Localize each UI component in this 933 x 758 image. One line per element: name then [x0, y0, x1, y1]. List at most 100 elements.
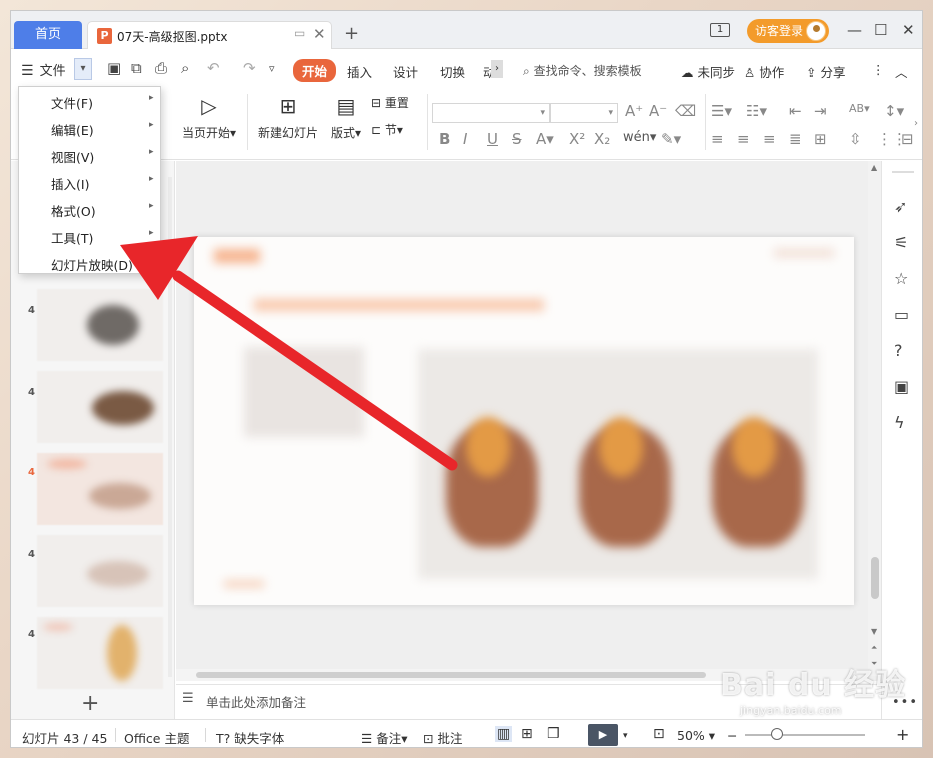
canvas-vertical-scrollbar[interactable]: ▲ ▼ ⏶ ⏷ — [868, 161, 881, 676]
share-button[interactable]: ⇪ 分享 — [806, 62, 845, 81]
strikethrough-icon[interactable]: S — [512, 130, 522, 148]
more-options-icon[interactable]: ⋮ — [872, 62, 885, 77]
add-slide-button[interactable]: + — [81, 691, 99, 716]
slide-thumbnail-active[interactable] — [37, 453, 163, 525]
menu-item-view[interactable]: 视图(V) ▸ — [19, 141, 160, 168]
underline-icon[interactable]: U — [487, 130, 498, 148]
zoom-slider[interactable] — [745, 734, 865, 736]
text-direction-icon[interactable]: AB▾ — [849, 102, 870, 115]
slide-thumbnail[interactable] — [37, 617, 163, 689]
fit-window-icon[interactable]: ⊡ — [653, 726, 665, 742]
file-menu-dropdown-toggle[interactable]: ▾ — [74, 58, 92, 80]
zoom-slider-handle[interactable] — [771, 728, 783, 740]
ribbon-scroll-right-icon[interactable]: › — [914, 118, 918, 129]
minimize-icon[interactable]: — — [847, 21, 862, 39]
comments-button[interactable]: ⊡ 批注 — [423, 728, 462, 747]
menu-item-tools[interactable]: 工具(T) ▸ — [19, 222, 160, 249]
slide-thumbnail[interactable] — [37, 535, 163, 607]
scroll-up-icon[interactable]: ▲ — [871, 163, 877, 172]
play-current-slide-button[interactable]: ▷ 当页开始▾ — [179, 94, 239, 141]
menu-item-edit[interactable]: 编辑(E) ▸ — [19, 114, 160, 141]
rocket-icon[interactable]: ➶ — [894, 197, 907, 216]
command-search[interactable]: ⌕ 查找命令、搜索模板 — [523, 62, 642, 79]
settings-sliders-icon[interactable]: ⚟ — [894, 233, 908, 252]
slideshow-options-icon[interactable]: ▾ — [623, 731, 628, 741]
tab-design[interactable]: 设计 — [393, 62, 418, 81]
paragraph-spacing-icon[interactable]: ⇳ — [849, 130, 862, 148]
home-tab[interactable]: 首页 — [14, 21, 82, 49]
pin-icon[interactable]: ▭ — [294, 26, 305, 40]
clear-format-icon[interactable]: ⌫ — [675, 102, 696, 120]
bullet-list-icon[interactable]: ☰▾ — [711, 102, 732, 120]
vertical-scroll-thumb[interactable] — [871, 557, 879, 599]
save-icon[interactable]: ▣ — [107, 59, 121, 77]
font-name-select[interactable]: ▾ — [432, 103, 550, 123]
export-pdf-icon[interactable]: ⧉ — [131, 59, 142, 77]
normal-view-icon[interactable]: ▥ — [495, 726, 513, 742]
maximize-icon[interactable]: ☐ — [874, 21, 887, 39]
align-left-icon[interactable]: ≡ — [711, 130, 724, 148]
tab-animation[interactable]: 动 — [483, 62, 491, 81]
menu-item-insert[interactable]: 插入(I) ▸ — [19, 168, 160, 195]
superscript-icon[interactable]: X² — [569, 130, 585, 148]
horizontal-scroll-thumb[interactable] — [196, 672, 706, 678]
slide-show-icon[interactable]: ▭ — [894, 305, 909, 324]
window-count-badge[interactable]: 1 — [710, 23, 730, 37]
section-button[interactable]: ⊏ 节▾ — [371, 121, 403, 138]
close-window-icon[interactable]: ✕ — [902, 21, 915, 39]
align-right-icon[interactable]: ≡ — [763, 130, 776, 148]
zoom-out-icon[interactable]: − — [727, 728, 737, 743]
numbered-list-icon[interactable]: ☷▾ — [746, 102, 767, 120]
font-color-icon[interactable]: A▾ — [536, 130, 554, 148]
collaborate-button[interactable]: ♙ 协作 — [744, 62, 784, 81]
increase-indent-icon[interactable]: ⇥ — [814, 102, 827, 120]
menu-item-slideshow[interactable]: 幻灯片放映(D) — [19, 249, 160, 276]
theme-name[interactable]: Office 主题 — [124, 728, 189, 747]
redo-icon[interactable]: ↷ — [243, 59, 256, 77]
slide-thumbnail[interactable] — [37, 371, 163, 443]
lightning-icon[interactable]: ϟ — [894, 413, 905, 432]
justify-icon[interactable]: ≣ — [789, 130, 802, 148]
decrease-indent-icon[interactable]: ⇤ — [789, 102, 802, 120]
zoom-in-icon[interactable]: + — [896, 725, 909, 744]
scroll-down-icon[interactable]: ▼ — [871, 627, 877, 636]
tab-transitions[interactable]: 切换 — [440, 62, 465, 81]
star-icon[interactable]: ☆ — [894, 269, 908, 288]
tab-home[interactable]: 开始 — [293, 59, 337, 82]
zoom-level[interactable]: 50% ▾ — [677, 728, 715, 743]
phonetic-guide-icon[interactable]: wén▾ — [623, 130, 656, 145]
font-size-select[interactable]: ▾ — [550, 103, 618, 123]
more-tabs-chevron-icon[interactable]: › — [491, 60, 503, 78]
new-tab-button[interactable]: + — [344, 23, 359, 44]
align-center-icon[interactable]: ≡ — [737, 130, 750, 148]
close-tab-icon[interactable]: ✕ — [313, 25, 326, 43]
increase-font-icon[interactable]: A⁺ — [625, 102, 643, 120]
collapse-ribbon-icon[interactable]: ︿ — [895, 62, 908, 81]
distribute-icon[interactable]: ⊞ — [814, 130, 827, 148]
reset-button[interactable]: ⊟ 重置 — [371, 94, 409, 111]
help-icon[interactable]: ? — [894, 341, 903, 360]
slideshow-play-button[interactable]: ▶ — [588, 724, 618, 746]
tab-insert[interactable]: 插入 — [347, 62, 372, 81]
italic-icon[interactable]: I — [463, 130, 467, 148]
menu-item-file[interactable]: 文件(F) ▸ — [19, 87, 160, 114]
previous-slide-icon[interactable]: ⏶ — [871, 643, 877, 653]
missing-font-button[interactable]: T? 缺失字体 — [216, 728, 284, 747]
slide-sorter-icon[interactable]: ⊞ — [521, 726, 533, 742]
subscript-icon[interactable]: X₂ — [594, 130, 610, 148]
customize-toolbar-icon[interactable]: ▿ — [269, 62, 275, 75]
decrease-font-icon[interactable]: A⁻ — [649, 102, 667, 120]
guest-login-button[interactable]: 访客登录 — [747, 19, 829, 43]
highlight-icon[interactable]: ✎▾ — [661, 130, 681, 148]
image-tools-icon[interactable]: ▣ — [894, 377, 909, 396]
new-slide-button[interactable]: ⊞ 新建幻灯片 — [256, 94, 320, 141]
slide-thumbnail[interactable] — [37, 289, 163, 361]
sync-status-button[interactable]: ☁ 未同步 — [681, 62, 735, 81]
slides-pane-scrollbar[interactable] — [168, 177, 172, 677]
reading-view-icon[interactable]: ❒ — [547, 726, 560, 742]
print-preview-icon[interactable]: ⌕ — [181, 59, 189, 77]
print-icon[interactable]: ⎙ — [155, 59, 167, 77]
document-tab[interactable]: P 07天-高级抠图.pptx ▭ ✕ — [87, 21, 332, 49]
file-menu-button[interactable]: ☰ 文件 — [21, 60, 66, 79]
align-text-icon[interactable]: ⊟ — [901, 130, 914, 148]
